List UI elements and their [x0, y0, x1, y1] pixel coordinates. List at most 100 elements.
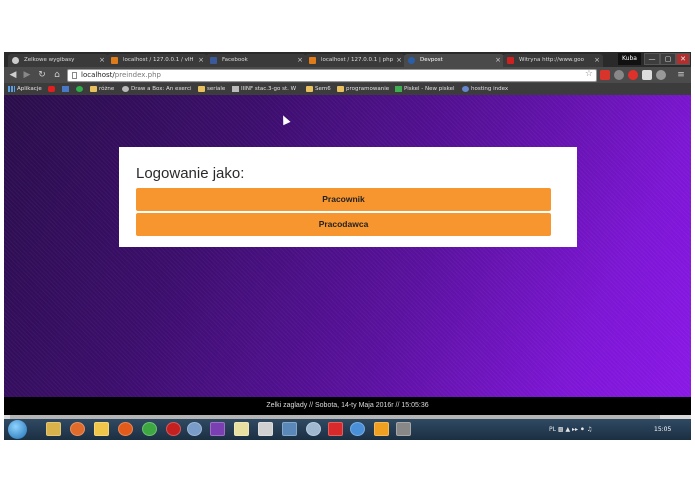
url-path: preindex.php [114, 71, 161, 79]
tab-devpost[interactable]: Devpost × [404, 54, 504, 67]
taskbar-app-icon[interactable] [282, 422, 297, 436]
taskbar-app-icon[interactable] [306, 422, 321, 436]
tab-localhost-1[interactable]: localhost / 127.0.0.1 / vlH × [107, 54, 207, 67]
bookmark-folder-programowanie[interactable]: programowanie [337, 83, 389, 95]
visual-studio-icon[interactable] [210, 422, 225, 436]
browser-toolbar: ◀ ▶ ↻ ⌂ localhost/preindex.php ☆ ≡ [4, 67, 691, 83]
tab-label: Zelkowe wygibasy [24, 57, 75, 63]
bookmark-drawabox[interactable]: Draw a Box: An exerci [122, 83, 192, 95]
tab-localhost-2[interactable]: localhost / 127.0.0.1 | php × [305, 54, 405, 67]
extension-icon[interactable] [642, 70, 652, 80]
piskel-icon [395, 86, 402, 92]
forward-arrow-icon[interactable]: ▶ [22, 70, 32, 80]
tab-label: localhost / 127.0.0.1 | php [321, 57, 394, 63]
bookmark-label: IIINF stac.3-go st. W [241, 86, 297, 92]
bookmark-folder-sem6[interactable]: Sem6 [306, 83, 331, 95]
taskbar-app-icon[interactable] [350, 422, 365, 436]
url-host: localhost/ [81, 71, 115, 79]
login-title: Logowanie jako: [136, 165, 245, 182]
bookmark-label: Sem6 [315, 86, 331, 92]
page-icon [72, 72, 77, 79]
tab-close-icon[interactable]: × [297, 54, 303, 67]
taskbar-app-icon[interactable] [396, 422, 411, 436]
tab-close-icon[interactable]: × [594, 54, 600, 67]
folder-icon [90, 86, 97, 92]
bookmark-star-icon[interactable]: ☆ [585, 69, 593, 79]
bookmark-label: programowanie [346, 86, 390, 92]
language-indicator[interactable]: PL [549, 426, 556, 433]
profile-button[interactable]: Kuba [618, 53, 641, 65]
apps-icon [8, 86, 15, 92]
windows-taskbar: PL ▩ ▲ ▸▸ ⚫ ♫ 15:05 [4, 419, 691, 440]
bookmark-inf[interactable]: IIINF stac.3-go st. W [232, 83, 296, 95]
reload-icon[interactable]: ↻ [37, 70, 47, 80]
tab-label: Devpost [420, 57, 443, 63]
page-viewport: Logowanie jako: Pracownik Pracodawca [4, 95, 691, 397]
gmail-extension-icon[interactable] [600, 70, 610, 80]
bookmark-folder-rozne[interactable]: różne [90, 83, 114, 95]
taskbar-app-icon[interactable] [258, 422, 273, 436]
pracodawca-button[interactable]: Pracodawca [136, 213, 551, 236]
taskbar-app-icon[interactable] [187, 422, 202, 436]
filezilla-icon[interactable] [328, 422, 343, 436]
tab-close-icon[interactable]: × [99, 54, 105, 67]
extension-icon[interactable] [614, 70, 624, 80]
home-icon[interactable]: ⌂ [52, 70, 62, 80]
system-tray: PL ▩ ▲ ▸▸ ⚫ ♫ [549, 419, 592, 440]
taskbar-app-icon[interactable] [46, 422, 61, 436]
back-arrow-icon[interactable]: ◀ [8, 70, 18, 80]
tab-close-icon[interactable]: × [198, 54, 204, 67]
folder-icon [337, 86, 344, 92]
taskbar-app-icon[interactable] [70, 422, 85, 436]
taskbar-app-icon[interactable] [374, 422, 389, 436]
maximize-button[interactable]: ▢ [660, 53, 676, 65]
url-text: localhost/preindex.php [81, 70, 161, 81]
firefox-icon[interactable] [118, 422, 133, 436]
tab-favicon-icon [12, 57, 19, 64]
tab-zelkowe[interactable]: Zelkowe wygibasy × [8, 54, 108, 67]
pracownik-button[interactable]: Pracownik [136, 188, 551, 211]
tab-facebook[interactable]: Facebook × [206, 54, 306, 67]
start-button[interactable] [8, 420, 27, 439]
app-icon [62, 86, 69, 92]
notepad-icon[interactable] [234, 422, 249, 436]
youtube-icon [48, 86, 55, 92]
bookmark-apps[interactable]: Aplikacje [8, 83, 42, 95]
bookmark-folder-seriale[interactable]: seriale [198, 83, 225, 95]
address-bar[interactable]: localhost/preindex.php ☆ [67, 69, 597, 82]
extension-icon[interactable] [656, 70, 666, 80]
error-icon [507, 57, 514, 64]
phpmyadmin-icon [111, 57, 118, 64]
menu-icon[interactable]: ≡ [676, 70, 686, 80]
page-icon [122, 86, 129, 92]
tab-close-icon[interactable]: × [495, 54, 501, 67]
folder-icon [306, 86, 313, 92]
tray-icons[interactable]: ▩ ▲ ▸▸ ⚫ ♫ [558, 426, 592, 433]
bookmark-hosting[interactable]: hosting index [462, 83, 508, 95]
taskbar-folder-icon[interactable] [94, 422, 109, 436]
close-window-button[interactable]: ✕ [676, 53, 690, 65]
taskbar-clock[interactable]: 15:05 [654, 419, 671, 440]
minimize-button[interactable]: — [644, 53, 660, 65]
login-card: Logowanie jako: Pracownik Pracodawca [119, 147, 577, 247]
tab-label: localhost / 127.0.0.1 / vlH [123, 57, 194, 63]
tab-strip: Zelkowe wygibasy × localhost / 127.0.0.1… [4, 52, 691, 67]
tab-label: Witryna http://www.goo [519, 57, 584, 63]
opera-icon[interactable] [166, 422, 181, 436]
page-icon [232, 86, 239, 92]
bookmark-label: Aplikacje [17, 86, 42, 92]
chrome-icon[interactable] [142, 422, 157, 436]
bookmark-label: hosting index [471, 86, 509, 92]
bookmark-piskel[interactable]: Piskel - New piskel [395, 83, 455, 95]
facebook-icon [210, 57, 217, 64]
folder-icon [198, 86, 205, 92]
browser-window: Zelkowe wygibasy × localhost / 127.0.0.1… [4, 52, 691, 440]
bookmark-label: Piskel - New piskel [404, 86, 455, 92]
tab-close-icon[interactable]: × [396, 54, 402, 67]
adblock-icon[interactable] [628, 70, 638, 80]
tab-witryna[interactable]: Witryna http://www.goo × [503, 54, 603, 67]
phpmyadmin-icon [309, 57, 316, 64]
bookmarks-bar: Aplikacje różne Draw a Box: An exerci se… [4, 83, 691, 95]
page-icon [462, 86, 469, 92]
devpost-icon [408, 57, 415, 64]
